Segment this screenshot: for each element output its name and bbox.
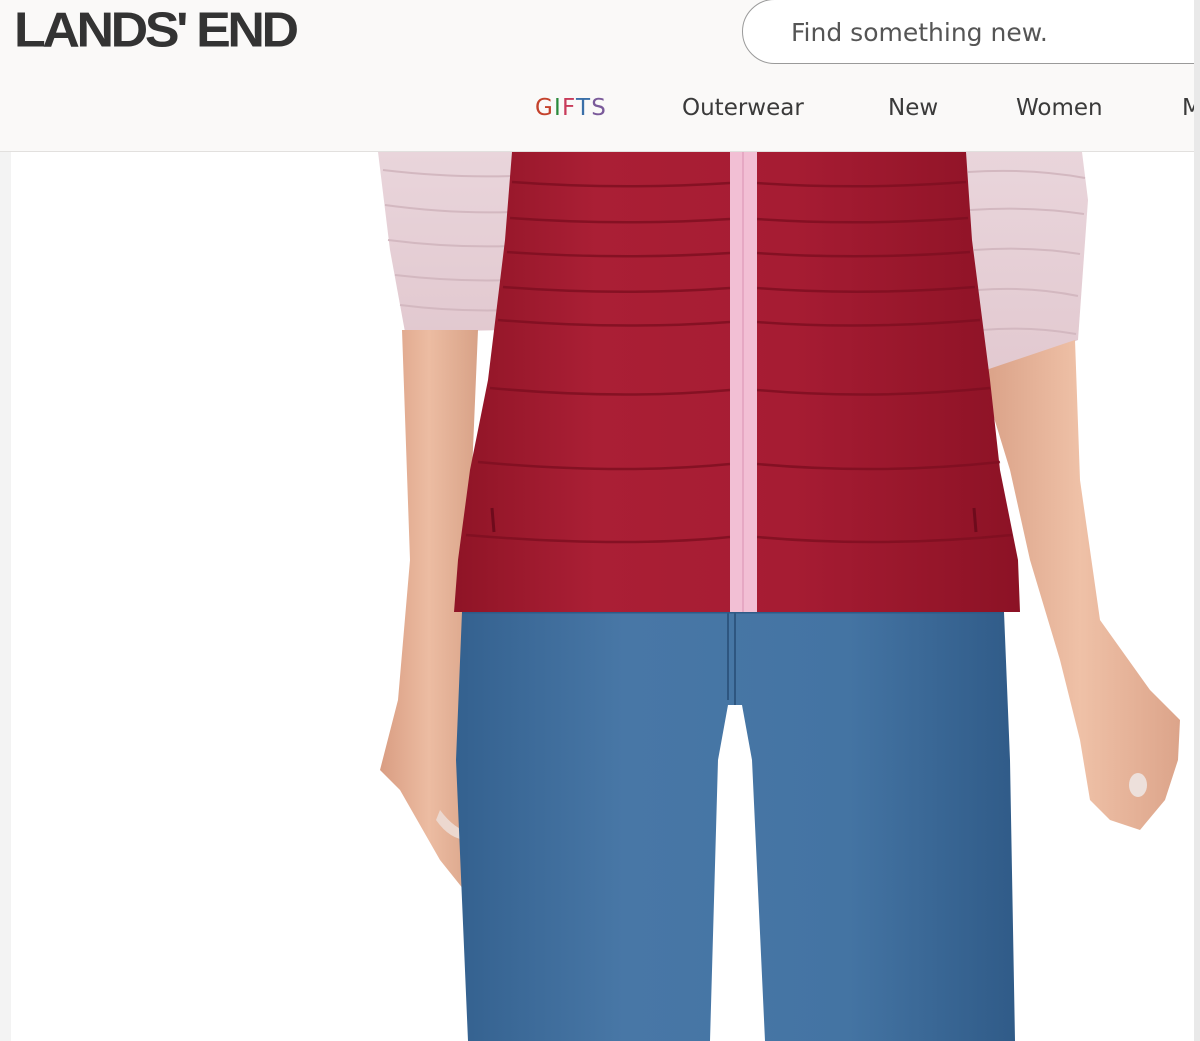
site-header: LANDS' END GIFTS Outerwear New Women M bbox=[0, 0, 1200, 152]
nav-gifts-letter: S bbox=[591, 95, 608, 121]
nav-gifts-letter: G bbox=[535, 95, 555, 121]
product-photo[interactable] bbox=[0, 152, 1200, 1041]
nav-item-gifts[interactable]: GIFTS bbox=[535, 88, 607, 128]
search-input[interactable] bbox=[789, 10, 1193, 54]
main-nav: GIFTS Outerwear New Women M bbox=[0, 88, 1200, 132]
search-box[interactable] bbox=[742, 0, 1200, 64]
nav-item-outerwear[interactable]: Outerwear bbox=[682, 88, 804, 128]
nav-gifts-letter: T bbox=[576, 95, 592, 121]
brand-logo[interactable]: LANDS' END bbox=[14, 2, 299, 59]
page: LANDS' END GIFTS Outerwear New Women M bbox=[0, 0, 1200, 1041]
nav-item-new[interactable]: New bbox=[888, 88, 938, 128]
nav-item-women[interactable]: Women bbox=[1016, 88, 1103, 128]
nav-gifts-letter: I bbox=[554, 95, 563, 121]
scrollbar-track[interactable] bbox=[1194, 0, 1200, 1041]
nav-gifts-letter: F bbox=[562, 95, 577, 121]
